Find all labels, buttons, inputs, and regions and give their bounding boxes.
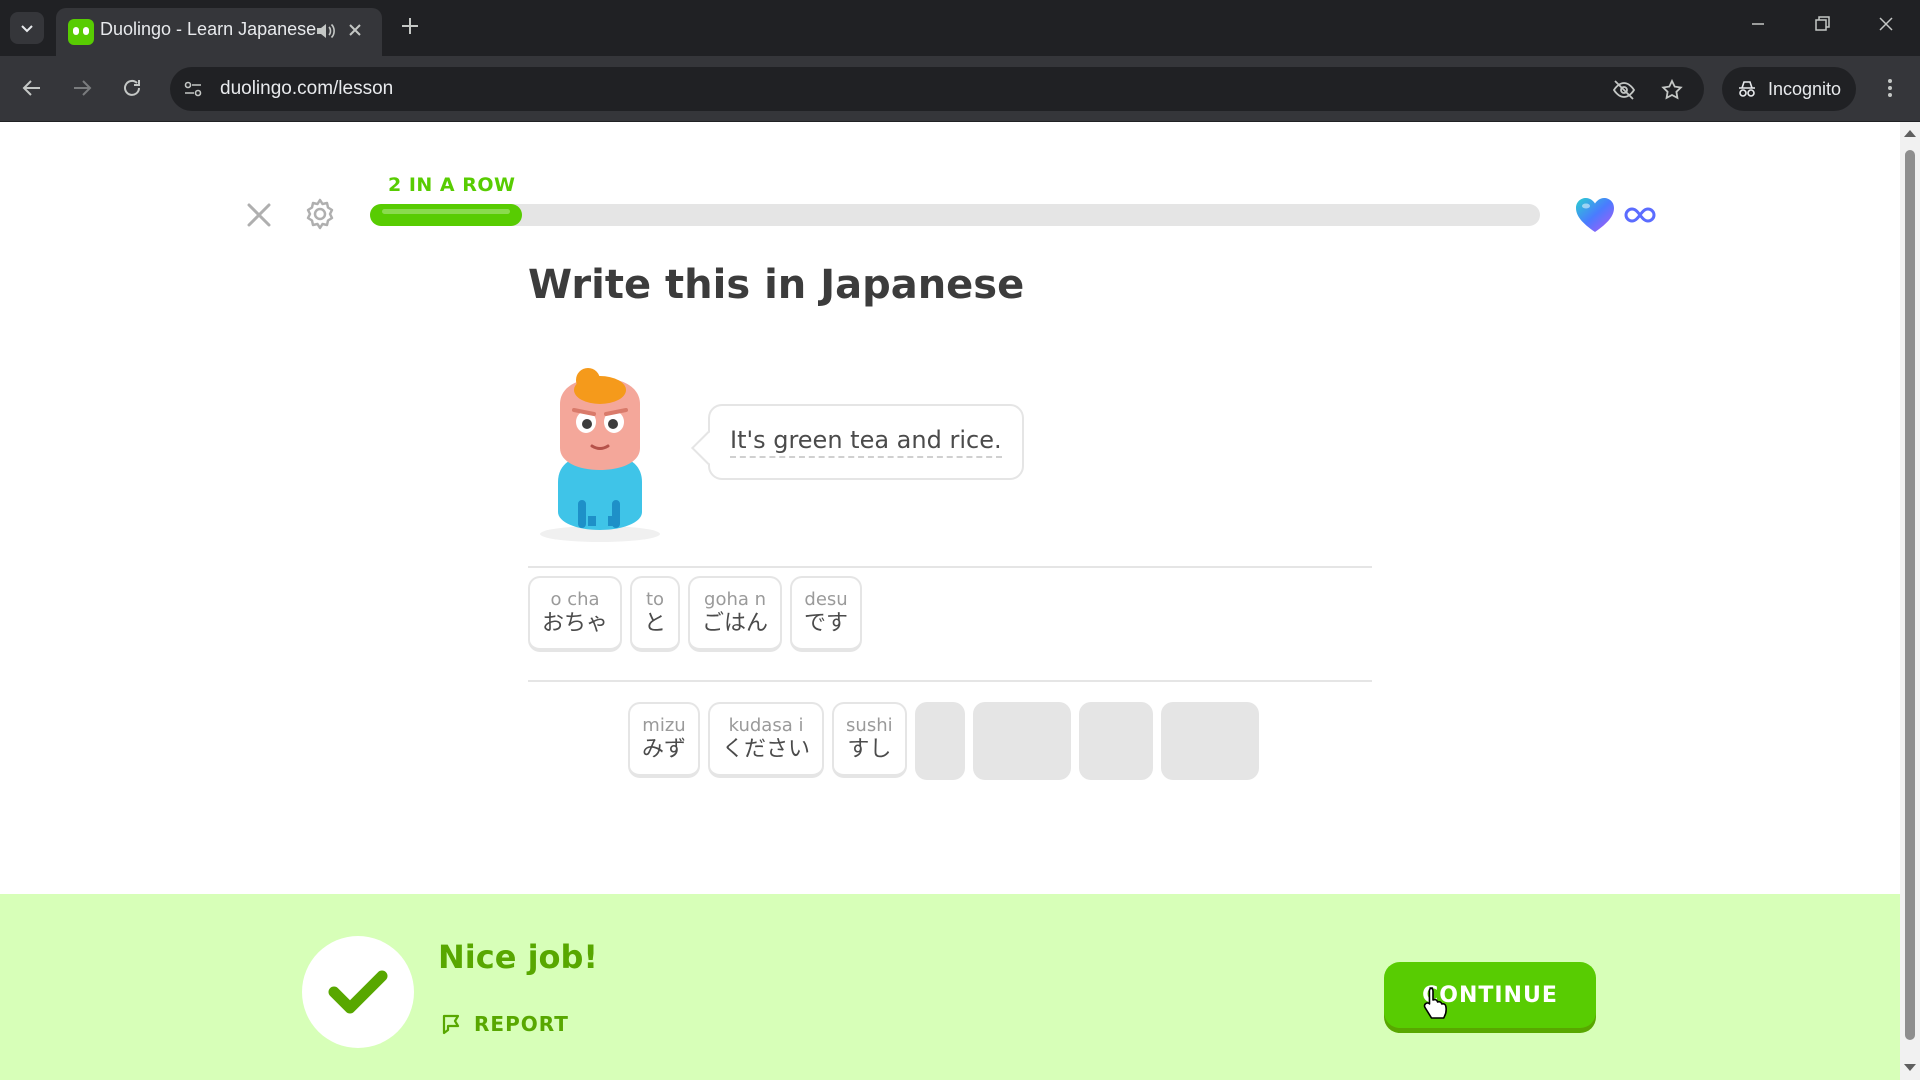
more-vert-icon[interactable] <box>1878 76 1902 100</box>
close-icon[interactable] <box>346 21 364 39</box>
eye-off-icon[interactable] <box>1612 78 1636 102</box>
plus-icon[interactable] <box>398 14 422 38</box>
heart-icon <box>1576 198 1614 232</box>
feedback-footer: Nice job! REPORT CONTINUE <box>0 894 1900 1080</box>
lesson-page: 2 IN A ROW Write this in Japanese It's g… <box>0 122 1900 1080</box>
scroll-thumb[interactable] <box>1905 150 1915 1040</box>
tile-romaji: kudasa i <box>728 715 804 736</box>
scroll-up-arrow[interactable] <box>1904 130 1916 137</box>
tile-romaji: to <box>645 589 665 610</box>
back-icon[interactable] <box>20 76 44 100</box>
browser-tab-strip: Duolingo - Learn Japanese <box>0 0 1920 56</box>
site-info-icon[interactable] <box>182 78 204 100</box>
answer-tile[interactable]: o cha おちゃ <box>528 576 623 652</box>
minimize-icon[interactable] <box>1748 14 1768 34</box>
answer-tile[interactable]: desu です <box>790 576 863 652</box>
chevron-down-icon <box>21 25 33 33</box>
incognito-label: Incognito <box>1768 78 1842 99</box>
streak-label: 2 IN A ROW <box>388 174 516 196</box>
tile-romaji: goha n <box>704 589 767 610</box>
empty-tile-slot <box>972 702 1071 780</box>
gear-icon[interactable] <box>302 196 338 232</box>
checkmark-icon <box>328 970 388 1014</box>
answer-tile[interactable]: goha n ごはん <box>688 576 783 652</box>
lesson-progress-fill <box>370 204 523 226</box>
flag-icon <box>442 1014 460 1035</box>
tile-kana: みず <box>642 737 687 762</box>
prompt-sentence[interactable]: It's green tea and rice. <box>730 426 1002 458</box>
continue-button[interactable]: CONTINUE <box>1384 962 1596 1028</box>
word-bank: mizu みず kudasa i ください sushi すし <box>628 702 1259 780</box>
cursor-icon <box>1423 987 1447 1019</box>
answer-tile[interactable]: to と <box>630 576 681 652</box>
feedback-message: Nice job! <box>438 938 599 976</box>
reload-icon[interactable] <box>120 76 144 100</box>
report-label: REPORT <box>474 1012 569 1036</box>
browser-toolbar: duolingo.com/lesson Incognito <box>0 56 1920 122</box>
character-illustration <box>540 368 660 542</box>
tile-romaji: mizu <box>642 715 686 736</box>
empty-tile-slot <box>1078 702 1153 780</box>
tile-kana: すし <box>847 737 892 762</box>
tile-kana: と <box>644 611 667 636</box>
page-scrollbar[interactable] <box>1900 122 1920 1080</box>
window-close-icon[interactable] <box>1876 14 1896 34</box>
report-button[interactable]: REPORT <box>440 1012 569 1036</box>
prompt-title: Write this in Japanese <box>528 262 1025 308</box>
scroll-down-arrow[interactable] <box>1904 1064 1916 1071</box>
tab-search-button[interactable] <box>10 12 44 44</box>
speaker-icon[interactable] <box>314 20 336 42</box>
tile-kana: ごはん <box>702 611 769 636</box>
tile-romaji: desu <box>804 589 848 610</box>
browser-tab[interactable]: Duolingo - Learn Japanese <box>56 8 382 56</box>
tile-kana: おちゃ <box>542 611 609 636</box>
word-bank-tile[interactable]: kudasa i ください <box>708 702 825 778</box>
tile-romaji: o cha <box>550 589 600 610</box>
forward-icon[interactable] <box>70 76 94 100</box>
duolingo-owl-icon <box>68 19 94 45</box>
word-bank-tile[interactable]: sushi すし <box>832 702 907 778</box>
word-bank-tile[interactable]: mizu みず <box>628 702 701 778</box>
hearts-indicator[interactable] <box>1574 196 1656 234</box>
tile-kana: ください <box>722 737 811 762</box>
empty-tile-slot <box>1160 702 1259 780</box>
answer-area[interactable]: o cha おちゃ to と goha n ごはん desu です <box>528 566 1372 682</box>
tile-romaji: sushi <box>846 715 893 736</box>
answer-tiles: o cha おちゃ to と goha n ごはん desu です <box>528 568 863 652</box>
incognito-icon <box>1739 81 1755 97</box>
infinity-icon <box>1624 207 1656 223</box>
address-bar[interactable]: duolingo.com/lesson <box>170 67 1704 111</box>
speech-bubble[interactable]: It's green tea and rice. <box>708 404 1024 480</box>
success-badge <box>302 936 414 1048</box>
empty-tile-slot <box>914 702 965 780</box>
tile-kana: です <box>804 611 849 636</box>
lesson-progress-bar <box>370 204 1540 226</box>
url-text: duolingo.com/lesson <box>220 78 394 99</box>
incognito-indicator[interactable]: Incognito <box>1722 67 1856 111</box>
close-lesson-icon[interactable] <box>244 200 274 230</box>
restore-icon[interactable] <box>1812 14 1832 34</box>
star-icon[interactable] <box>1660 78 1684 102</box>
